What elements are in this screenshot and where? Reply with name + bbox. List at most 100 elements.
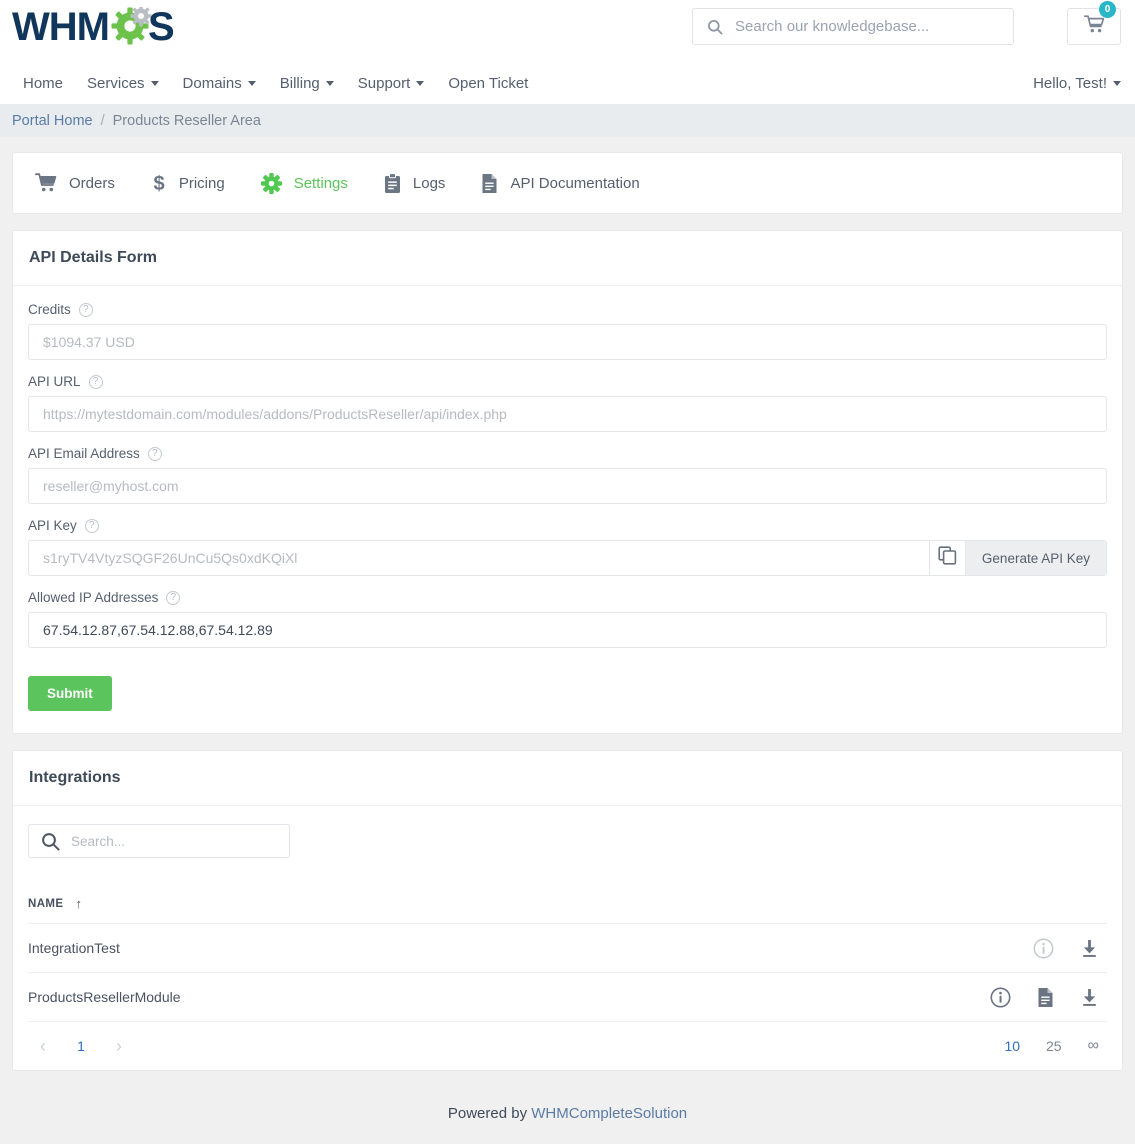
page-size-all[interactable]: ∞ xyxy=(1088,1037,1099,1055)
field-label: Allowed IP Addresses xyxy=(28,590,159,605)
nav-item-services[interactable]: Services xyxy=(87,75,159,92)
nav-label: Billing xyxy=(279,74,320,92)
copy-api-key-button[interactable] xyxy=(928,541,965,575)
api-url-input[interactable] xyxy=(28,396,1107,432)
chevron-down-icon xyxy=(150,80,159,86)
nav-label: Support xyxy=(357,74,411,92)
previous-page-button[interactable]: ‹ xyxy=(28,1031,58,1061)
allowed-ips-input[interactable] xyxy=(28,612,1107,648)
nav-item-billing[interactable]: Billing xyxy=(280,75,334,92)
breadcrumb-portal-home[interactable]: Portal Home xyxy=(12,113,93,129)
info-icon[interactable] xyxy=(1033,938,1054,959)
tab-logs[interactable]: Logs xyxy=(384,172,446,194)
breadcrumb-separator: / xyxy=(100,112,105,129)
account-menu-trigger[interactable]: Hello, Test! xyxy=(1033,75,1121,92)
page-size-selector: 10 25 ∞ xyxy=(1004,1037,1099,1055)
table-header: NAME ↑ xyxy=(28,870,1107,924)
integrations-body: NAME ↑ IntegrationTest xyxy=(13,806,1122,1070)
main-content: Orders $ Pricing Settings Logs API Docum… xyxy=(0,137,1135,1071)
integrations-title: Integrations xyxy=(13,751,1122,806)
site-header: WHM S Search our knowledgebase... 0 xyxy=(0,0,1135,62)
shopping-cart-icon xyxy=(1083,14,1105,39)
search-icon xyxy=(41,832,60,851)
shopping-cart-icon xyxy=(35,173,57,193)
page-size-10[interactable]: 10 xyxy=(1004,1038,1020,1054)
api-key-label-row: API Key ? xyxy=(28,518,1107,533)
help-icon[interactable]: ? xyxy=(78,302,93,317)
tab-label: Settings xyxy=(293,174,348,192)
field-label: Credits xyxy=(28,302,71,317)
tab-label: Orders xyxy=(69,174,115,192)
breadcrumb: Portal Home / Products Reseller Area xyxy=(0,104,1135,137)
module-tabs: Orders $ Pricing Settings Logs API Docum… xyxy=(12,152,1123,214)
nav-item-domains[interactable]: Domains xyxy=(183,75,256,92)
nav-item-open-ticket[interactable]: Open Ticket xyxy=(448,75,528,92)
tab-label: Pricing xyxy=(178,174,225,192)
download-icon[interactable] xyxy=(1080,988,1099,1007)
page-number-1[interactable]: 1 xyxy=(66,1031,96,1061)
tab-orders[interactable]: Orders xyxy=(35,173,115,193)
knowledgebase-search[interactable] xyxy=(692,8,1014,45)
integration-name: ProductsResellerModule xyxy=(28,989,181,1005)
account-label: Hello, Test! xyxy=(1033,74,1107,92)
api-form-body: Credits ? API URL ? API Email Address xyxy=(13,286,1122,733)
field-api-email: API Email Address ? xyxy=(28,446,1107,504)
credits-input[interactable] xyxy=(28,324,1107,360)
dollar-sign-icon: $ xyxy=(151,172,167,194)
api-email-label-row: API Email Address ? xyxy=(28,446,1107,461)
account-menu[interactable]: Hello, Test! xyxy=(1033,75,1121,92)
api-details-form-card: API Details Form Credits ? API URL ? xyxy=(12,230,1123,734)
gear-icon xyxy=(260,172,282,194)
field-api-key: API Key ? s1ryTV4VtyzSQGF26UnCu5Qs0xdKQi… xyxy=(28,518,1107,576)
row-actions xyxy=(990,987,1107,1008)
chevron-down-icon xyxy=(416,80,425,86)
tab-settings[interactable]: Settings xyxy=(260,172,348,194)
tab-label: Logs xyxy=(412,174,446,192)
help-icon[interactable]: ? xyxy=(84,518,99,533)
field-api-url: API URL ? xyxy=(28,374,1107,432)
table-row[interactable]: ProductsResellerModule xyxy=(28,973,1107,1022)
search-icon xyxy=(707,19,723,35)
column-header-name[interactable]: NAME xyxy=(28,898,63,910)
submit-button[interactable]: Submit xyxy=(28,676,112,711)
clipboard-icon xyxy=(384,172,401,194)
generate-api-key-button[interactable]: Generate API Key xyxy=(964,541,1106,575)
svg-text:S: S xyxy=(148,7,175,49)
cart-count-badge: 0 xyxy=(1099,1,1116,18)
info-icon[interactable] xyxy=(990,987,1011,1008)
sort-ascending-icon[interactable]: ↑ xyxy=(75,896,82,911)
field-label: API URL xyxy=(28,374,81,389)
breadcrumb-current: Products Reseller Area xyxy=(112,112,261,129)
nav-label: Services xyxy=(87,74,145,92)
credits-label-row: Credits ? xyxy=(28,302,1107,317)
nav-label: Home xyxy=(23,74,64,92)
field-credits: Credits ? xyxy=(28,302,1107,360)
allowed-ips-label-row: Allowed IP Addresses ? xyxy=(28,590,1107,605)
cart-button[interactable]: 0 xyxy=(1067,1,1121,45)
chevron-down-icon xyxy=(247,80,256,86)
help-icon[interactable]: ? xyxy=(88,374,103,389)
integrations-search[interactable] xyxy=(28,824,290,858)
help-icon[interactable]: ? xyxy=(147,446,162,461)
row-actions xyxy=(1033,938,1107,959)
field-allowed-ips: Allowed IP Addresses ? xyxy=(28,590,1107,648)
pagination: ‹ 1 › 10 25 ∞ xyxy=(28,1022,1107,1070)
document-icon[interactable] xyxy=(1037,987,1054,1008)
download-icon[interactable] xyxy=(1080,939,1099,958)
nav-item-support[interactable]: Support xyxy=(358,75,425,92)
nav-item-home[interactable]: Home xyxy=(23,75,63,92)
page-size-25[interactable]: 25 xyxy=(1046,1038,1062,1054)
svg-text:$: $ xyxy=(153,173,164,194)
next-page-button[interactable]: › xyxy=(104,1031,134,1061)
table-row[interactable]: IntegrationTest xyxy=(28,924,1107,973)
whmcs-logo[interactable]: WHM S xyxy=(12,6,204,50)
search-input[interactable] xyxy=(735,9,1013,44)
tab-api-documentation[interactable]: API Documentation xyxy=(481,173,640,194)
tab-pricing[interactable]: $ Pricing xyxy=(151,172,225,194)
chevron-down-icon xyxy=(1113,80,1121,86)
help-icon[interactable]: ? xyxy=(166,590,181,605)
api-email-input[interactable] xyxy=(28,468,1107,504)
chevron-down-icon xyxy=(325,80,334,86)
integrations-search-input[interactable] xyxy=(71,825,289,857)
footer-link-whmcs[interactable]: WHMCompleteSolution xyxy=(531,1105,687,1122)
